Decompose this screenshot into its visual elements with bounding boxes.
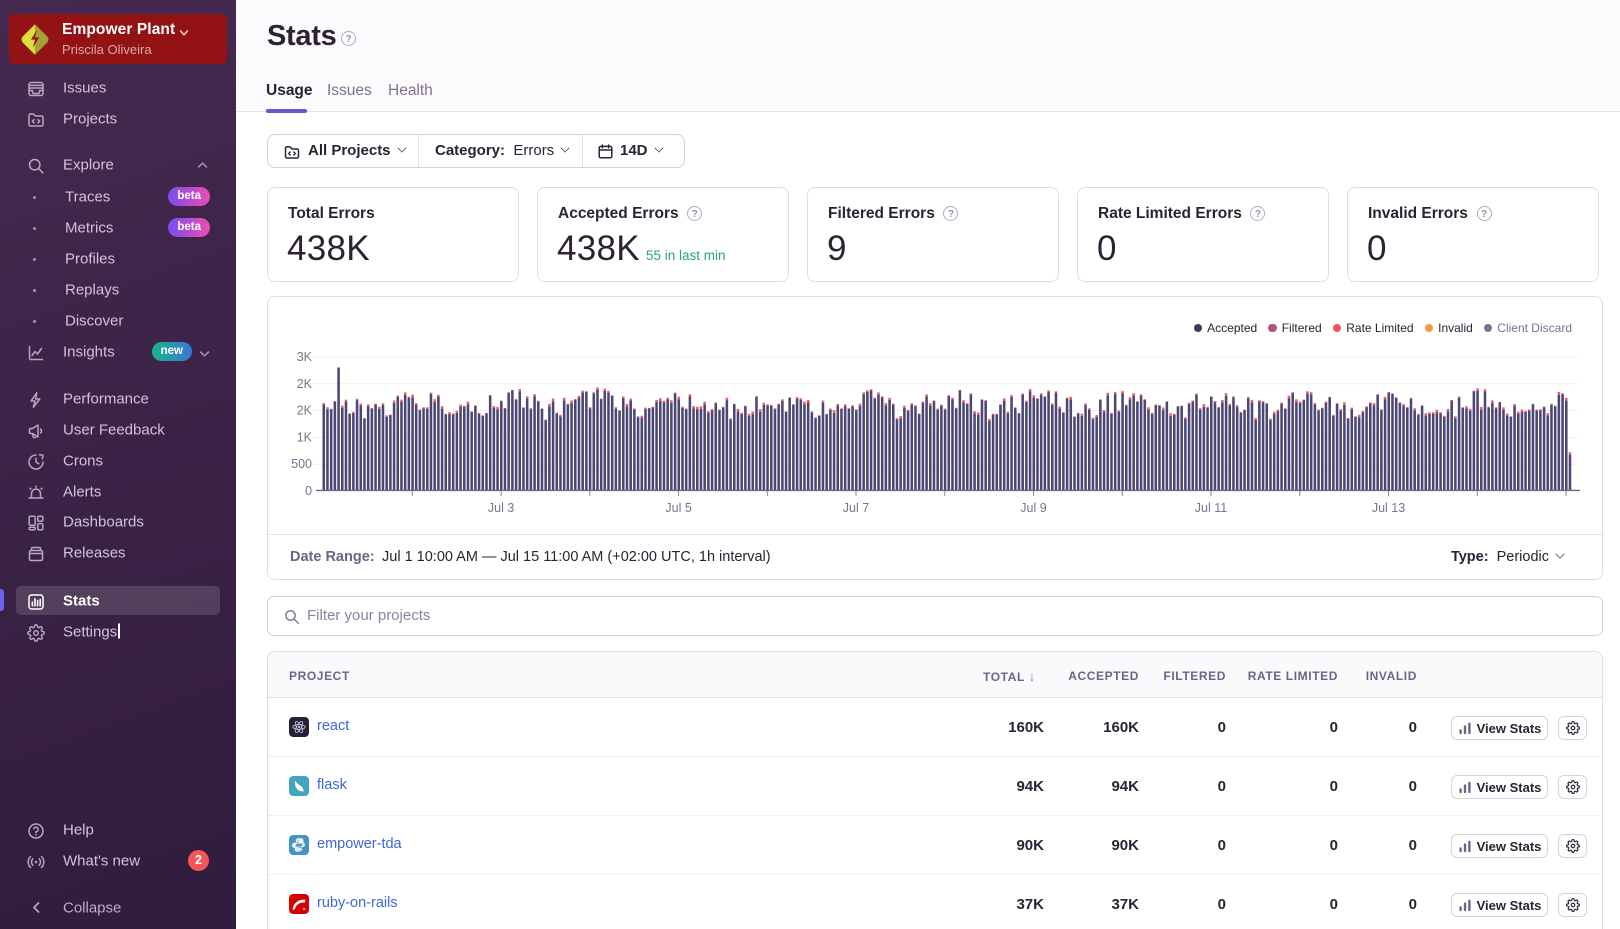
svg-text:Jul 7: Jul 7 — [843, 501, 869, 515]
svg-text:Jul 11: Jul 11 — [1195, 501, 1227, 515]
svg-text:2K: 2K — [297, 377, 313, 391]
svg-text:1K: 1K — [297, 430, 313, 444]
svg-text:Jul 9: Jul 9 — [1020, 501, 1046, 515]
svg-text:Jul 5: Jul 5 — [665, 501, 691, 515]
svg-text:2K: 2K — [297, 404, 313, 418]
svg-text:500: 500 — [291, 457, 312, 471]
svg-text:Jul 13: Jul 13 — [1372, 501, 1405, 515]
svg-text:3K: 3K — [297, 350, 313, 364]
svg-text:0: 0 — [305, 484, 312, 498]
svg-text:Jul 3: Jul 3 — [488, 501, 514, 515]
